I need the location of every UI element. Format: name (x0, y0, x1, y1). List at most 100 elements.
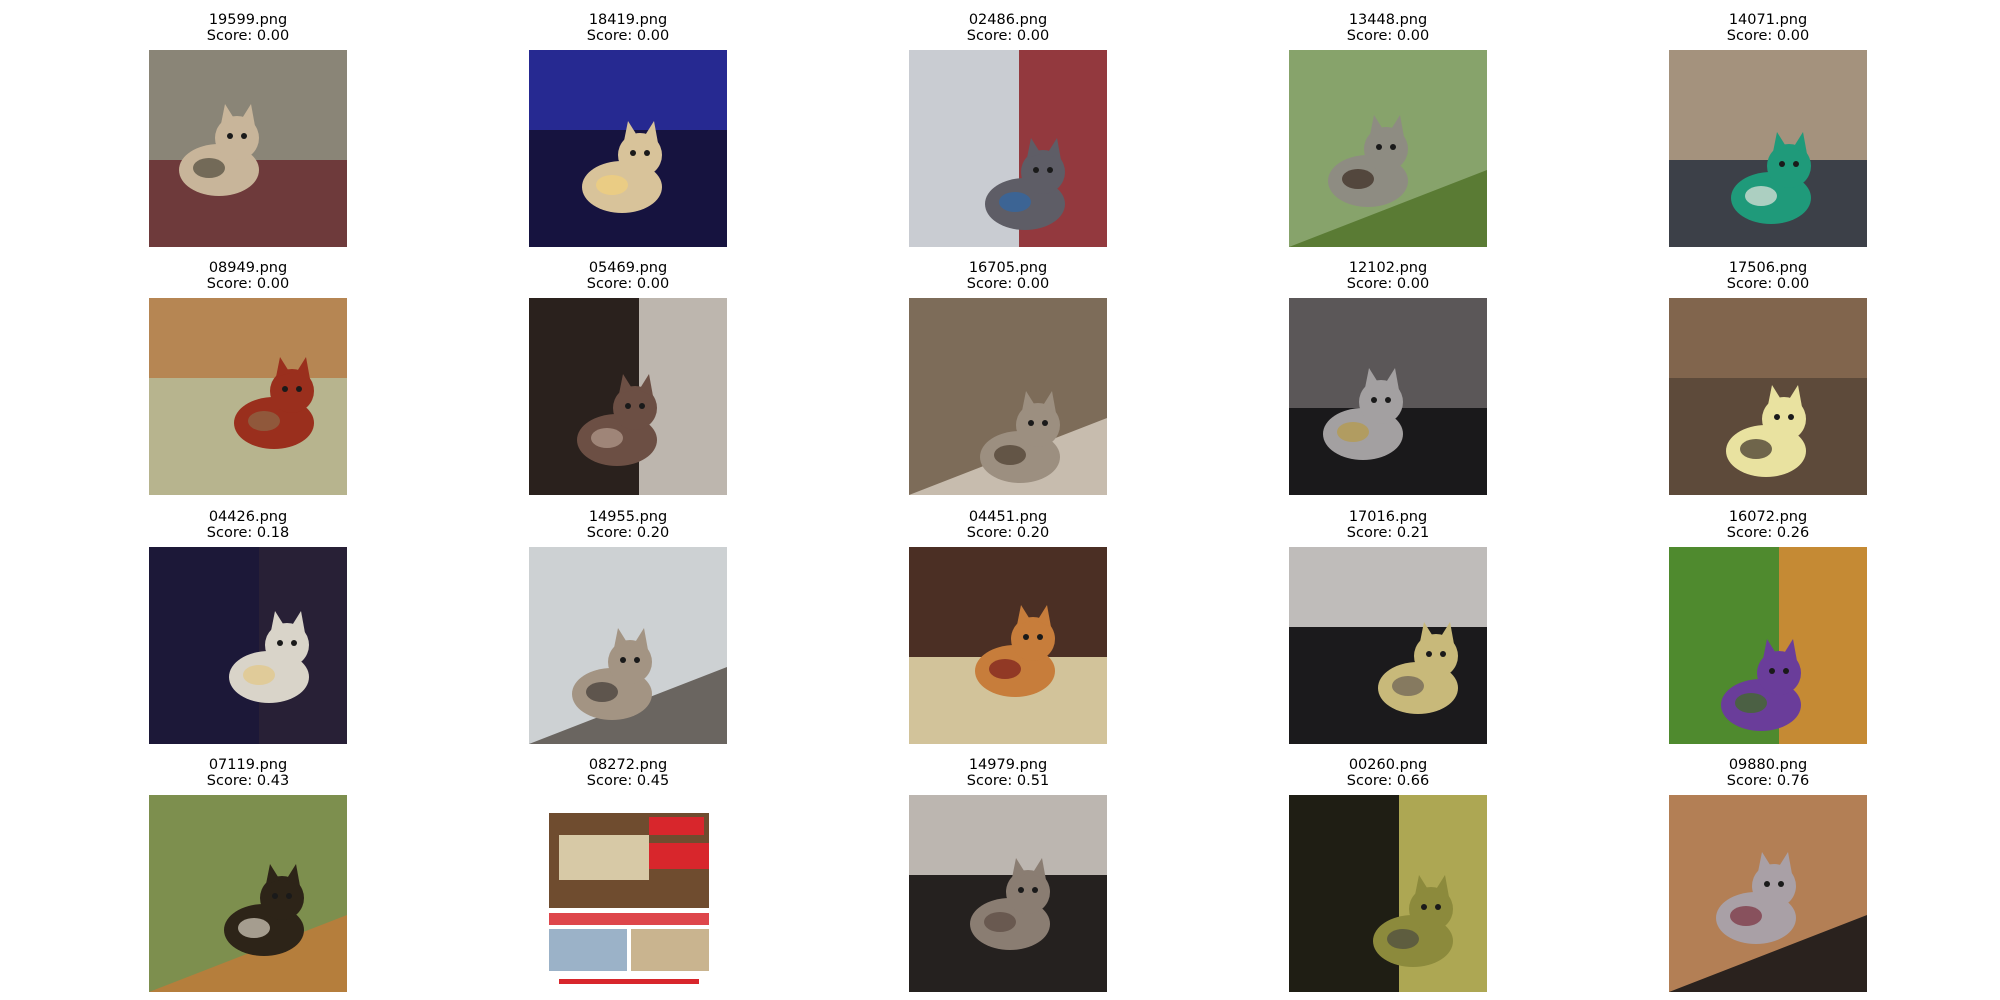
tile-caption: 14071.png Score: 0.00 (1609, 12, 1927, 44)
tile-caption: 13448.png Score: 0.00 (1229, 12, 1547, 44)
score-label: Score: 0.26 (1726, 525, 1810, 541)
file-name: 12102.png (1348, 260, 1428, 276)
thumbnail-image[interactable] (529, 50, 727, 247)
score-label: Score: 0.00 (1726, 276, 1810, 292)
file-name: 19599.png (208, 12, 288, 28)
tile-caption: 19599.png Score: 0.00 (89, 12, 407, 44)
thumbnail-image[interactable] (1669, 298, 1867, 495)
tile-caption: 17016.png Score: 0.21 (1229, 509, 1547, 541)
thumbnail-image[interactable] (1289, 795, 1487, 992)
cat-photo (1289, 547, 1487, 744)
tile-caption: 17506.png Score: 0.00 (1609, 260, 1927, 292)
file-name: 04426.png (208, 509, 288, 525)
cat-photo (909, 50, 1107, 247)
file-name: 14979.png (968, 757, 1048, 773)
score-label: Score: 0.76 (1726, 773, 1810, 789)
score-label: Score: 0.00 (966, 28, 1050, 44)
tile-caption: 12102.png Score: 0.00 (1229, 260, 1547, 292)
tile-caption: 02486.png Score: 0.00 (849, 12, 1167, 44)
cat-photo (1289, 795, 1487, 992)
score-label: Score: 0.51 (966, 773, 1050, 789)
thumbnail-image[interactable] (1669, 795, 1867, 992)
tile-caption: 04451.png Score: 0.20 (849, 509, 1167, 541)
score-label: Score: 0.00 (206, 276, 290, 292)
score-label: Score: 0.21 (1346, 525, 1430, 541)
score-label: Score: 0.00 (1346, 28, 1430, 44)
cat-photo (529, 298, 727, 495)
cat-photo (149, 547, 347, 744)
thumbnail-image[interactable] (909, 795, 1107, 992)
tile-caption: 16705.png Score: 0.00 (849, 260, 1167, 292)
cat-photo (1669, 795, 1867, 992)
cat-photo (909, 795, 1107, 992)
tile-caption: 04426.png Score: 0.18 (89, 509, 407, 541)
score-label: Score: 0.00 (966, 276, 1050, 292)
tile-caption: 14955.png Score: 0.20 (469, 509, 787, 541)
file-name: 02486.png (968, 12, 1048, 28)
file-name: 14071.png (1728, 12, 1808, 28)
score-label: Score: 0.00 (586, 28, 670, 44)
cat-photo (529, 795, 727, 992)
score-label: Score: 0.00 (586, 276, 670, 292)
cat-photo (1289, 50, 1487, 247)
image-results-grid: 19599.png Score: 0.00 18419.png Score: 0.00… (0, 0, 2000, 1000)
thumbnail-image[interactable] (1669, 50, 1867, 247)
tile-caption: 09880.png Score: 0.76 (1609, 757, 1927, 789)
thumbnail-image[interactable] (149, 50, 347, 247)
thumbnail-image[interactable] (149, 795, 347, 992)
cat-photo (1669, 50, 1867, 247)
cat-photo (149, 298, 347, 495)
tile-caption: 16072.png Score: 0.26 (1609, 509, 1927, 541)
cat-photo (909, 547, 1107, 744)
file-name: 08272.png (588, 757, 668, 773)
tile-caption: 08949.png Score: 0.00 (89, 260, 407, 292)
thumbnail-image[interactable] (909, 50, 1107, 247)
cat-photo (529, 547, 727, 744)
thumbnail-image[interactable] (529, 547, 727, 744)
thumbnail-image[interactable] (529, 298, 727, 495)
tile-caption: 08272.png Score: 0.45 (469, 757, 787, 789)
cat-photo (1289, 298, 1487, 495)
file-name: 09880.png (1728, 757, 1808, 773)
thumbnail-image[interactable] (909, 547, 1107, 744)
file-name: 16072.png (1728, 509, 1808, 525)
cat-photo (1669, 547, 1867, 744)
cat-photo (1669, 298, 1867, 495)
thumbnail-image[interactable] (909, 298, 1107, 495)
thumbnail-image[interactable] (1289, 50, 1487, 247)
cat-photo (149, 50, 347, 247)
thumbnail-image[interactable] (1289, 547, 1487, 744)
file-name: 00260.png (1348, 757, 1428, 773)
score-label: Score: 0.45 (586, 773, 670, 789)
score-label: Score: 0.18 (206, 525, 290, 541)
file-name: 18419.png (588, 12, 668, 28)
file-name: 13448.png (1348, 12, 1428, 28)
file-name: 08949.png (208, 260, 288, 276)
thumbnail-image[interactable] (149, 298, 347, 495)
score-label: Score: 0.00 (1726, 28, 1810, 44)
file-name: 07119.png (208, 757, 288, 773)
score-label: Score: 0.43 (206, 773, 290, 789)
cat-photo (149, 795, 347, 992)
tile-caption: 00260.png Score: 0.66 (1229, 757, 1547, 789)
tile-caption: 18419.png Score: 0.00 (469, 12, 787, 44)
file-name: 17506.png (1728, 260, 1808, 276)
file-name: 04451.png (968, 509, 1048, 525)
score-label: Score: 0.66 (1346, 773, 1430, 789)
thumbnail-image[interactable] (1289, 298, 1487, 495)
cat-photo (529, 50, 727, 247)
tile-caption: 14979.png Score: 0.51 (849, 757, 1167, 789)
thumbnail-image[interactable] (149, 547, 347, 744)
cat-photo (909, 298, 1107, 495)
file-name: 16705.png (968, 260, 1048, 276)
score-label: Score: 0.00 (1346, 276, 1430, 292)
tile-caption: 05469.png Score: 0.00 (469, 260, 787, 292)
score-label: Score: 0.00 (206, 28, 290, 44)
file-name: 14955.png (588, 509, 668, 525)
thumbnail-image[interactable] (1669, 547, 1867, 744)
score-label: Score: 0.20 (966, 525, 1050, 541)
file-name: 17016.png (1348, 509, 1428, 525)
score-label: Score: 0.20 (586, 525, 670, 541)
thumbnail-image[interactable] (529, 795, 727, 992)
tile-caption: 07119.png Score: 0.43 (89, 757, 407, 789)
